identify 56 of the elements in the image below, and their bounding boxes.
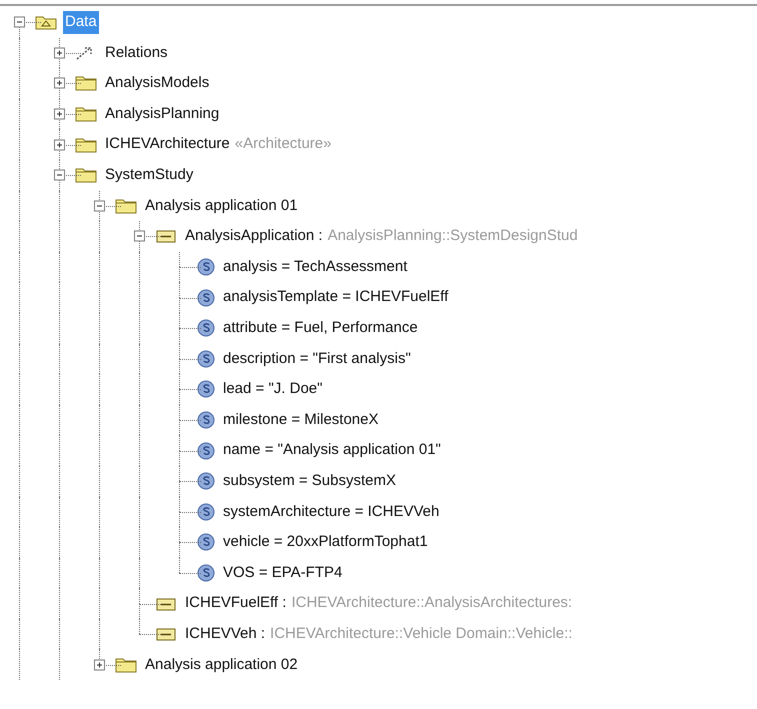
expand-button[interactable] bbox=[94, 659, 105, 670]
plus-icon bbox=[55, 140, 64, 150]
expand-button[interactable] bbox=[54, 78, 65, 89]
tree-item[interactable]: ICHEVFuelEff : ICHEVArchitecture::AnalysisArchitectures: bbox=[183, 592, 574, 615]
minus-box-icon bbox=[155, 626, 177, 642]
s-circle-icon bbox=[197, 442, 215, 460]
tree-item[interactable]: lead = "J. Doe" bbox=[221, 378, 324, 401]
tree-item[interactable]: ICHEVArchitecture «Architecture» bbox=[103, 133, 334, 156]
folder-icon bbox=[115, 656, 137, 673]
tree-item[interactable]: SystemStudy bbox=[103, 164, 196, 187]
tree-item[interactable]: name = "Analysis application 01" bbox=[221, 439, 443, 462]
folder-icon bbox=[75, 136, 97, 153]
expand-button[interactable] bbox=[54, 47, 65, 58]
collapse-button[interactable] bbox=[54, 170, 65, 181]
collapse-button[interactable] bbox=[134, 230, 145, 242]
s-circle-icon bbox=[197, 258, 215, 276]
tree-item[interactable]: AnalysisApplication : AnalysisPlanning::SystemDesignStud bbox=[183, 225, 580, 248]
folder-icon bbox=[35, 14, 57, 30]
tree-item[interactable]: systemArchitecture = ICHEVVeh bbox=[221, 500, 442, 524]
tree-item[interactable]: milestone = MilestoneX bbox=[221, 408, 380, 432]
s-circle-icon bbox=[197, 319, 215, 338]
tree-item[interactable]: VOS = EPA-FTP4 bbox=[221, 562, 344, 584]
collapse-button[interactable] bbox=[94, 200, 105, 212]
tree-item[interactable]: subsystem = SubsystemX bbox=[221, 470, 398, 492]
tree-item[interactable]: Analysis application 02 bbox=[143, 654, 300, 676]
s-circle-icon bbox=[197, 502, 215, 521]
tree-item[interactable]: ICHEVVeh : ICHEVArchitecture::Vehicle Domain::Vehicle:: bbox=[183, 622, 574, 646]
s-circle-icon bbox=[197, 411, 215, 430]
plus-icon bbox=[55, 78, 64, 88]
tree-item[interactable]: attribute = Fuel, Performance bbox=[221, 316, 420, 340]
minus-box-icon bbox=[155, 228, 177, 244]
folder-icon bbox=[75, 106, 97, 122]
tree-item[interactable]: AnalysisModels bbox=[103, 72, 212, 95]
s-circle-icon bbox=[197, 288, 215, 307]
folder-icon bbox=[75, 75, 97, 92]
plus-icon bbox=[95, 660, 104, 670]
collapse-button[interactable] bbox=[14, 16, 25, 28]
s-circle-icon bbox=[197, 533, 215, 552]
tree-item[interactable]: description = "First analysis" bbox=[221, 348, 413, 370]
plus-icon bbox=[55, 48, 64, 58]
minus-box-icon bbox=[155, 596, 177, 612]
tree-item[interactable]: AnalysisPlanning bbox=[103, 102, 222, 126]
tree-item[interactable]: vehicle = 20xxPlatformTophat1 bbox=[221, 531, 430, 554]
s-circle-icon bbox=[197, 380, 215, 398]
expand-button[interactable] bbox=[54, 139, 65, 150]
expand-button[interactable] bbox=[54, 108, 65, 120]
s-circle-icon bbox=[197, 564, 215, 582]
tree-item[interactable]: analysisTemplate = ICHEVFuelEff bbox=[221, 286, 450, 309]
s-circle-icon bbox=[197, 350, 215, 368]
folder-icon bbox=[115, 198, 137, 214]
tree-item[interactable]: Analysis application 01 bbox=[143, 194, 300, 218]
tree-item[interactable]: analysis = TechAssessment bbox=[221, 256, 410, 278]
tree-item[interactable]: Relations bbox=[103, 42, 170, 64]
s-circle-icon bbox=[197, 472, 215, 490]
folder-icon bbox=[75, 167, 97, 184]
plus-icon bbox=[55, 110, 64, 119]
